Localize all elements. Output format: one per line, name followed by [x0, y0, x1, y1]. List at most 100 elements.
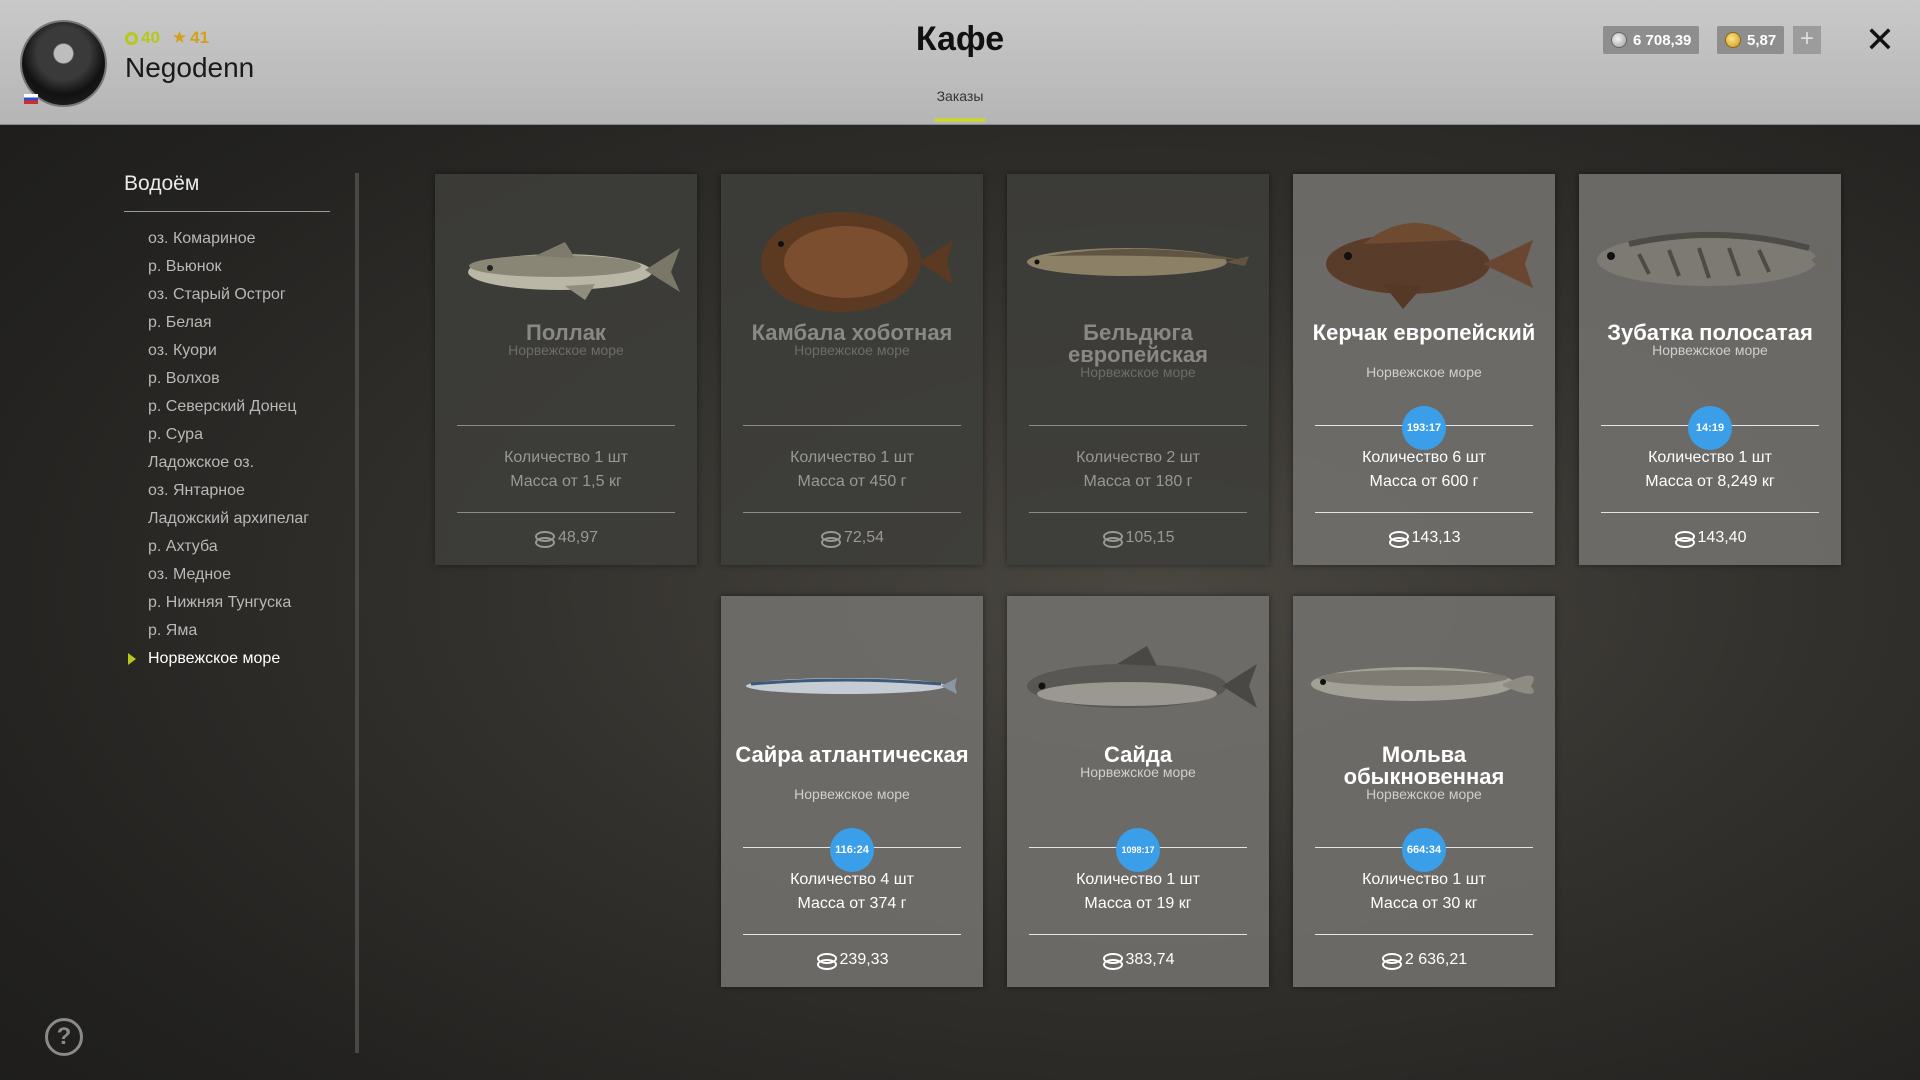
silver-value: 6 708,39: [1633, 31, 1692, 49]
card-divider: [743, 425, 961, 426]
fish-name: Поллак: [526, 320, 606, 345]
coin-stack-icon: [1674, 530, 1695, 548]
silver-balance[interactable]: 6 708,39: [1603, 26, 1700, 54]
reward-value: 383,74: [1125, 951, 1175, 968]
water-body-item[interactable]: р. Вьюнок: [148, 253, 309, 281]
reward-value: 239,33: [839, 951, 889, 968]
order-quantity: Количество 1 шт: [1076, 871, 1200, 888]
order-card[interactable]: Бельдюга европейская Норвежское море Колич…: [1007, 174, 1269, 565]
water-body-item[interactable]: оз. Медное: [148, 561, 309, 589]
fish-region: Норвежское море: [1080, 764, 1196, 780]
order-card[interactable]: Сайда Норвежское море 1098:17 Количество 1 …: [1007, 596, 1269, 987]
coin-stack-icon: [820, 530, 841, 548]
water-body-item[interactable]: р. Нижняя Тунгуска: [148, 589, 309, 617]
gold-value: 5,87: [1747, 31, 1777, 49]
fish-region: Норвежское море: [794, 786, 910, 802]
water-body-item[interactable]: р. Сура: [148, 421, 309, 449]
coin-stack-icon: [1102, 530, 1123, 548]
fish-name: Мольва обыкновенная: [1343, 742, 1505, 789]
order-quantity: Количество 6 шт: [1362, 449, 1486, 466]
reward-value: 143,40: [1697, 529, 1747, 546]
water-body-item[interactable]: р. Белая: [148, 309, 309, 337]
timer-badge: 14:19: [1688, 406, 1732, 450]
fish-image: [721, 184, 983, 314]
fish-image: [721, 606, 983, 736]
card-divider: [1315, 934, 1533, 935]
fish-name: Камбала хоботная: [751, 320, 953, 345]
order-quantity: Количество 4 шт: [790, 871, 914, 888]
plus-icon[interactable]: +: [1793, 26, 1821, 54]
water-body-item[interactable]: оз. Куори: [148, 337, 309, 365]
silver-coin-icon: [1611, 32, 1627, 48]
water-body-list: оз. Комариное р. Вьюнок оз. Старый Острог р…: [127, 225, 309, 673]
rank-value: 41: [190, 28, 210, 47]
water-body-item[interactable]: оз. Старый Острог: [148, 281, 309, 309]
coin-stack-icon: [816, 952, 837, 970]
coin-stack-icon: [534, 530, 555, 548]
fish-name: Сайра атлантическая: [735, 742, 969, 767]
gold-balance[interactable]: 5,87: [1717, 26, 1785, 54]
ring-icon: [125, 31, 138, 45]
order-reward: 143,13: [1293, 529, 1555, 548]
card-divider: [1029, 934, 1247, 935]
order-quantity: Количество 2 шт: [1076, 449, 1200, 466]
water-body-item[interactable]: Ладожский архипелаг: [148, 505, 309, 533]
order-card[interactable]: Мольва обыкновенная Норвежское море 664:34…: [1293, 596, 1555, 987]
water-body-item[interactable]: Норвежское море: [127, 645, 309, 673]
order-reward: 105,15: [1007, 529, 1269, 548]
player-stats: 40 ★ 41: [125, 28, 209, 48]
reward-value: 2 636,21: [1404, 951, 1468, 968]
fish-image: [1007, 184, 1269, 314]
water-body-item[interactable]: р. Ахтуба: [148, 533, 309, 561]
fish-region: Норвежское море: [1366, 364, 1482, 380]
timer-badge: 116:24: [830, 828, 874, 872]
coin-stack-icon: [1102, 952, 1123, 970]
fish-region: Норвежское море: [1652, 342, 1768, 358]
fish-image: [1579, 184, 1841, 314]
level-indicator: 40: [125, 28, 160, 48]
order-mass: Масса от 30 кг: [1370, 895, 1478, 912]
water-body-item[interactable]: оз. Комариное: [148, 225, 309, 253]
water-body-item[interactable]: Ладожское оз.: [148, 449, 309, 477]
card-divider: [1029, 512, 1247, 513]
card-divider: [743, 512, 961, 513]
help-icon[interactable]: ?: [45, 1018, 83, 1056]
order-card[interactable]: Сайра атлантическая Норвежское море 116:24…: [721, 596, 983, 987]
order-quantity: Количество 1 шт: [1362, 871, 1486, 888]
order-reward: 239,33: [721, 951, 983, 970]
order-card[interactable]: Керчак европейский Норвежское море 193:17 К…: [1293, 174, 1555, 565]
close-icon[interactable]: ✕: [1864, 20, 1896, 60]
timer-badge: 1098:17: [1116, 828, 1160, 872]
order-quantity: Количество 1 шт: [1648, 449, 1772, 466]
water-body-item[interactable]: р. Яма: [148, 617, 309, 645]
fish-region: Норвежское море: [508, 342, 624, 358]
water-body-item[interactable]: р. Волхов: [148, 365, 309, 393]
sidebar-divider-line: [124, 211, 330, 212]
order-mass: Масса от 19 кг: [1084, 895, 1192, 912]
order-reward: 143,40: [1579, 529, 1841, 548]
russia-flag-icon: [24, 94, 38, 104]
water-body-heading: Водоём: [124, 172, 200, 195]
timer-badge: 664:34: [1402, 828, 1446, 872]
water-body-item[interactable]: оз. Янтарное: [148, 477, 309, 505]
order-card[interactable]: Камбала хоботная Норвежское море Количеств…: [721, 174, 983, 565]
fish-name: Зубатка полосатая: [1607, 320, 1813, 345]
rank-indicator: ★ 41: [172, 28, 209, 48]
fish-region: Норвежское море: [1366, 786, 1482, 802]
order-reward: 2 636,21: [1293, 951, 1555, 970]
coin-stack-icon: [1388, 530, 1409, 548]
order-mass: Масса от 450 г: [797, 473, 907, 490]
order-quantity: Количество 1 шт: [790, 449, 914, 466]
order-mass: Масса от 374 г: [797, 895, 907, 912]
fish-image: [435, 184, 697, 314]
water-body-item[interactable]: р. Северский Донец: [148, 393, 309, 421]
order-mass: Масса от 180 г: [1083, 473, 1193, 490]
gold-coin-icon: [1725, 32, 1741, 48]
tab-orders[interactable]: Заказы: [930, 88, 990, 104]
card-divider: [457, 425, 675, 426]
order-card[interactable]: Поллак Норвежское море Количество 1 шт Масс…: [435, 174, 697, 565]
sidebar-scrollbar[interactable]: [355, 173, 359, 1053]
fish-image: [1293, 606, 1555, 736]
fish-name: Бельдюга европейская: [1067, 320, 1208, 367]
order-card[interactable]: Зубатка полосатая Норвежское море 14:19 Кол…: [1579, 174, 1841, 565]
